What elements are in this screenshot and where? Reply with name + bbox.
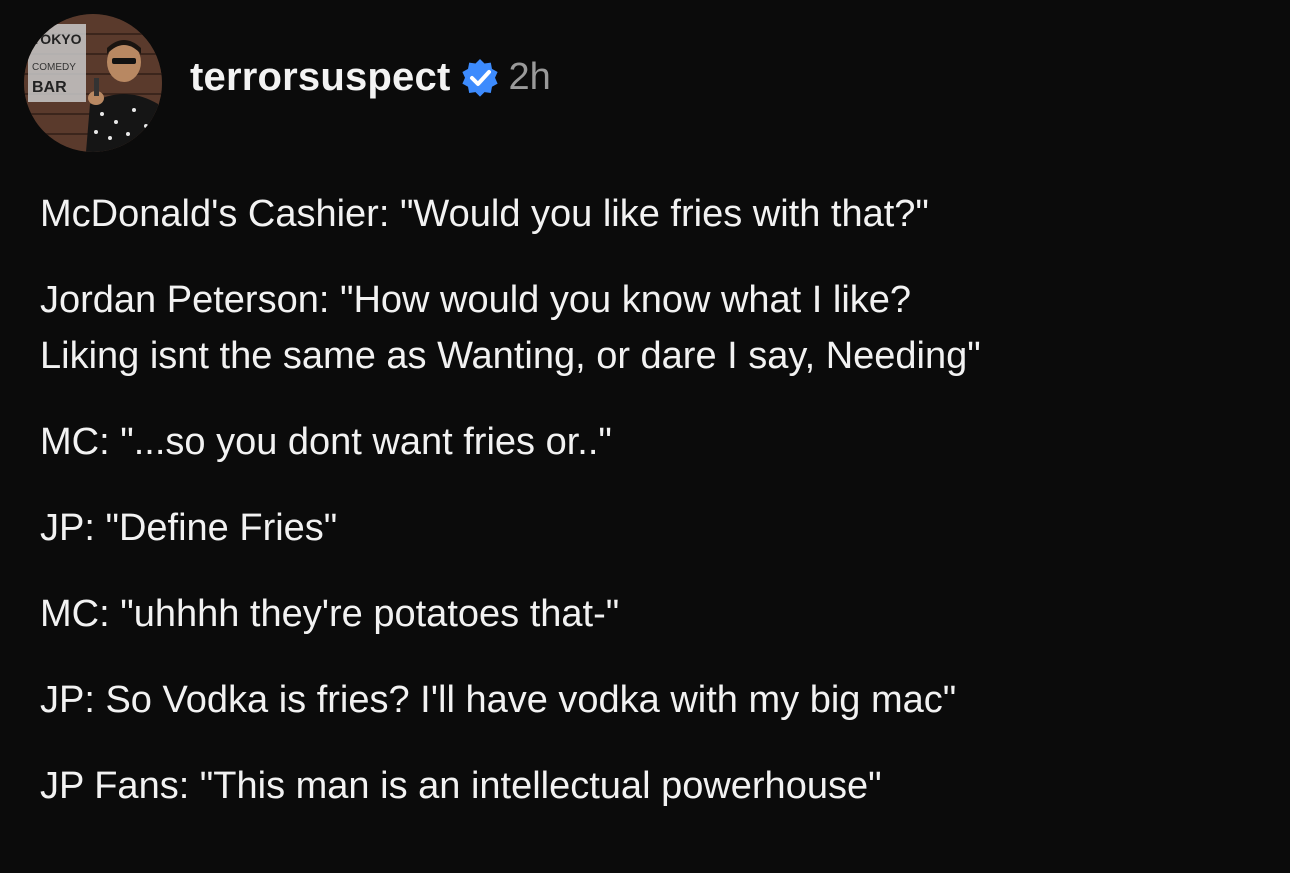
avatar[interactable]: TOKYO COMEDY BAR	[24, 14, 162, 152]
post-header: TOKYO COMEDY BAR terrorsuspect 2h	[24, 14, 551, 152]
comedian-avatar-icon: TOKYO COMEDY BAR	[24, 14, 162, 152]
post-line-mc-2: MC: "uhhhh they're potatoes that-"	[40, 593, 620, 635]
avatar-sign-line-2: COMEDY	[32, 62, 76, 73]
avatar-sign-line-1: TOKYO	[32, 31, 82, 47]
avatar-sign-line-3: BAR	[32, 79, 67, 96]
post-body: McDonald's Cashier: "Would you like frie…	[40, 186, 1270, 844]
timestamp: 2h	[508, 55, 551, 98]
post-card: TOKYO COMEDY BAR terrorsuspect 2h McDona…	[0, 0, 1290, 873]
post-line-cashier: McDonald's Cashier: "Would you like frie…	[40, 193, 929, 235]
post-line-fans: JP Fans: "This man is an intellectual po…	[40, 765, 882, 807]
post-line-jp-2: JP: So Vodka is fries? I'll have vodka w…	[40, 679, 957, 721]
post-line-mc-1: MC: "...so you dont want fries or.."	[40, 421, 612, 463]
post-line-peterson-2: Liking isnt the same as Wanting, or dare…	[40, 335, 981, 377]
username[interactable]: terrorsuspect	[190, 55, 450, 100]
post-line-peterson-1: Jordan Peterson: "How would you know wha…	[40, 279, 912, 321]
post-line-jp-1: JP: "Define Fries"	[40, 507, 338, 549]
verified-badge-icon	[462, 59, 499, 97]
